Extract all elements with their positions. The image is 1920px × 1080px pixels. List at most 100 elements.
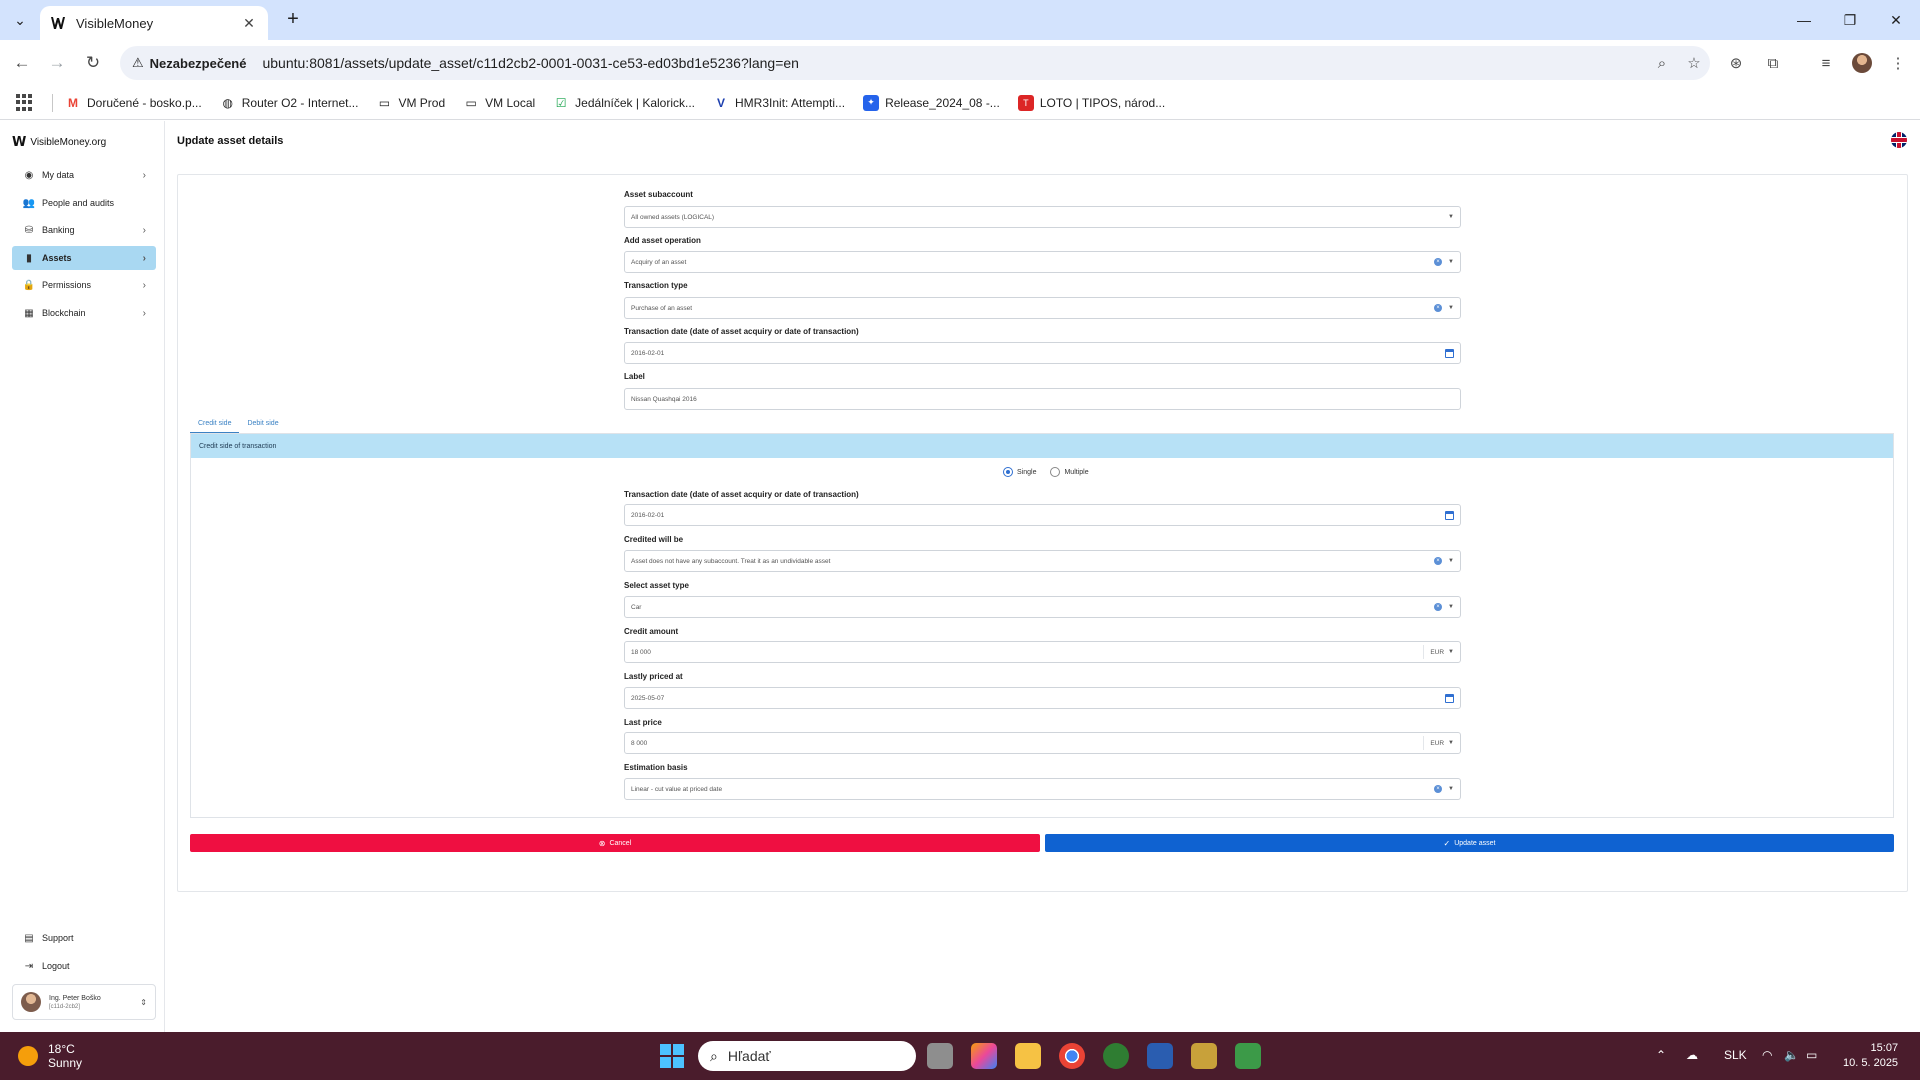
battery-icon[interactable]: ▭ [1806,1048,1817,1062]
window-close-icon[interactable]: ✕ [1873,6,1919,34]
sidebar-item-banking[interactable]: ⛁ Banking › [12,218,156,242]
onedrive-cloud-icon[interactable]: ☁ [1686,1048,1698,1062]
reload-icon[interactable]: ↻ [81,51,105,75]
sidebar-item-assets[interactable]: ▮ Assets › [12,246,156,270]
windows-start-icon[interactable] [660,1044,684,1068]
os-taskbar: 18°C Sunny ⌕ Hľadať ⌃ ☁ SLK ◠ 🔈 ▭ 15:07 … [0,1032,1920,1080]
credit-amount-input[interactable]: 18 000 EUR ▼ [624,641,1461,663]
tab-search-chevron-icon[interactable]: ⌄ [8,8,32,32]
weather-temperature: 18°C [48,1042,75,1056]
bookmark-star-icon[interactable]: ☆ [1678,54,1710,72]
weather-widget[interactable]: 18°C Sunny [18,1042,82,1070]
transaction-type-select[interactable]: Purchase of an asset × ▼ [624,297,1461,319]
sidebar-item-support[interactable]: ▤ Support [12,926,156,950]
tab-title: VisibleMoney [76,15,154,31]
caret-down-icon: ▼ [1448,649,1454,655]
currency-select[interactable]: EUR ▼ [1423,645,1454,659]
calendar-icon[interactable] [1445,510,1454,520]
field-value: Acquiry of an asset [631,258,687,266]
app-y-icon[interactable] [1103,1043,1129,1069]
bookmark-item[interactable]: ▭ VM Local [463,95,535,111]
credit-transaction-date-input[interactable]: 2016-02-01 [624,504,1461,526]
sidebar-item-logout[interactable]: ⇥ Logout [12,954,156,978]
bookmark-item[interactable]: ▭ VM Prod [376,95,445,111]
estimation-basis-select[interactable]: Linear - cut value at priced date × ▼ [624,778,1461,800]
extensions-icon[interactable]: ⧉ [1761,51,1785,75]
security-label[interactable]: Nezabezpečené [150,56,247,71]
clear-icon[interactable]: × [1434,603,1443,611]
uk-flag-language-icon[interactable] [1891,132,1907,148]
user-switcher[interactable]: Ing. Peter Boško [c11d-2cb2] ⇕ [12,984,156,1020]
warning-triangle-icon: ⚠ [132,55,144,70]
volume-icon[interactable]: 🔈 [1784,1048,1799,1062]
restore-icon[interactable]: ❐ [1827,6,1873,34]
taskbar-search[interactable]: ⌕ Hľadať [698,1041,916,1071]
sidebar-item-my-data[interactable]: ◉ My data › [12,163,156,187]
clear-icon[interactable]: × [1434,785,1443,793]
currency-select[interactable]: EUR ▼ [1423,736,1454,750]
field-value: Nissan Quashqai 2016 [631,395,697,403]
tab-credit-side[interactable]: Credit side [190,418,240,434]
sidebar-item-label: Permissions [42,280,92,290]
back-arrow-icon[interactable]: ← [10,51,34,75]
visual-studio-icon[interactable] [1147,1043,1173,1069]
globe-icon: ◍ [222,95,233,110]
field-label: Select asset type [624,581,689,590]
bookmark-item[interactable]: ✦ Release_2024_08 -... [863,94,1000,111]
asset-operation-select[interactable]: Acquiry of an asset × ▼ [624,251,1461,273]
menu-kebab-icon[interactable]: ⋮ [1886,51,1910,75]
calendar-icon[interactable] [1445,348,1454,358]
bookmark-item[interactable]: V HMR3Init: Attempti... [713,95,845,111]
lastly-priced-at-input[interactable]: 2025-05-07 [624,687,1461,709]
chrome-icon[interactable] [1059,1043,1085,1069]
clear-icon[interactable]: × [1434,258,1443,266]
calendar-icon[interactable] [1445,693,1454,703]
tab-debit-side[interactable]: Debit side [239,418,286,434]
app-logo[interactable]: W VisibleMoney.org [12,135,106,150]
clear-icon[interactable]: × [1434,557,1443,565]
radio-single[interactable] [1003,467,1013,477]
bookmark-item[interactable]: ◍ Router O2 - Internet... [220,95,358,111]
url-text[interactable]: ubuntu:8081/assets/update_asset/c11d2cb2… [262,55,1646,71]
new-tab-plus-icon[interactable]: + [282,9,304,31]
file-explorer-icon[interactable] [1015,1043,1041,1069]
update-asset-button[interactable]: ✓ Update asset [1045,834,1894,852]
minimize-icon[interactable]: — [1781,6,1827,34]
asset-type-select[interactable]: Car × ▼ [624,596,1461,618]
apps-grid-icon[interactable] [16,93,34,112]
media-controls-icon[interactable]: ≡ [1814,51,1838,75]
extension-puzzle-round-icon[interactable]: ⊛ [1724,51,1748,75]
chevron-up-down-icon: ⇕ [140,997,147,1007]
person-circle-icon: ◉ [24,169,34,181]
app-tools-icon[interactable] [1191,1043,1217,1069]
copilot-icon[interactable] [971,1043,997,1069]
sidebar-item-permissions[interactable]: 🔒 Permissions › [12,273,156,297]
system-clock[interactable]: 15:07 10. 5. 2025 [1843,1041,1898,1071]
bookmark-item[interactable]: ☑ Jedálníček | Kalorick... [553,95,695,111]
field-value: Purchase of an asset [631,304,693,312]
task-view-icon[interactable] [927,1043,953,1069]
field-value: 18 000 [631,648,651,656]
forward-arrow-icon[interactable]: → [45,51,69,75]
browser-tab[interactable]: VisibleMoney ✕ [40,6,268,40]
keyboard-language[interactable]: SLK [1724,1048,1747,1062]
last-price-input[interactable]: 8 000 EUR ▼ [624,732,1461,754]
sidebar-item-blockchain[interactable]: ▦ Blockchain › [12,301,156,325]
address-bar[interactable]: ⚠ Nezabezpečené ubuntu:8081/assets/updat… [120,46,1710,80]
tray-chevron-up-icon[interactable]: ⌃ [1656,1048,1666,1062]
radio-multiple[interactable] [1050,467,1061,477]
label-input[interactable]: Nissan Quashqai 2016 [624,388,1461,410]
transaction-date-input[interactable]: 2016-02-01 [624,342,1461,364]
bookmark-item[interactable]: M Doručené - bosko.p... [65,95,202,111]
asset-subaccount-select[interactable]: All owned assets (LOGICAL) ▼ [624,206,1461,228]
credited-will-be-select[interactable]: Asset does not have any subaccount. Trea… [624,550,1461,572]
zoom-icon[interactable]: ⌕ [1646,55,1678,72]
clear-icon[interactable]: × [1434,304,1443,312]
cancel-button[interactable]: ⊗ Cancel [190,834,1040,852]
profile-avatar[interactable] [1850,51,1874,75]
wifi-icon[interactable]: ◠ [1762,1048,1772,1062]
sidebar-item-people-and-audits[interactable]: 👥 People and audits [12,191,156,215]
tab-close-icon[interactable]: ✕ [240,15,258,32]
bookmark-item[interactable]: T LOTO | TIPOS, národ... [1017,94,1165,111]
notepad-icon[interactable] [1235,1043,1261,1069]
